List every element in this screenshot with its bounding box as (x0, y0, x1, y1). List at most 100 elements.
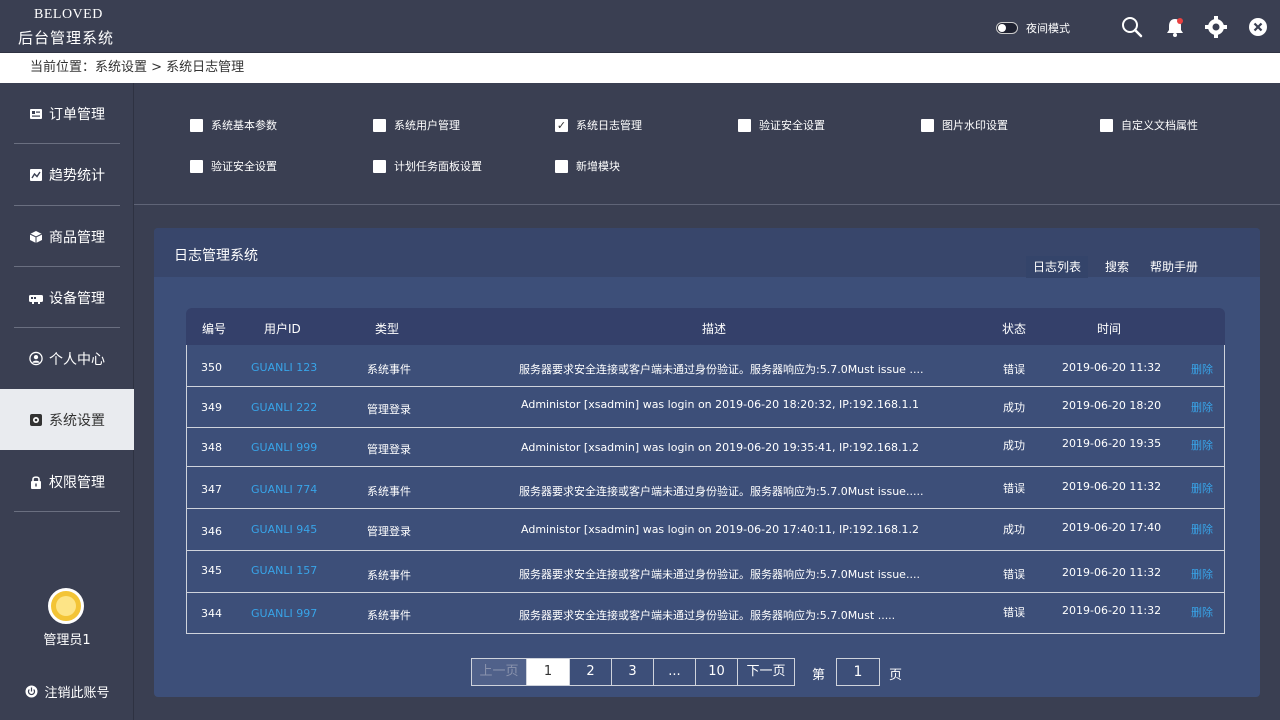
module-checkbox[interactable]: 自定义文档属性 (1100, 117, 1198, 133)
module-checkbox[interactable]: 计划任务面板设置 (373, 158, 482, 174)
sidebar-item-devices[interactable]: 设备管理 (0, 267, 134, 328)
table-row: 348 GUANLI 999 管理登录 Administor [xsadmin]… (187, 428, 1224, 467)
checkbox[interactable] (373, 159, 386, 173)
checkbox-label: 图片水印设置 (942, 119, 1008, 132)
checkbox-label: 自定义文档属性 (1121, 119, 1198, 132)
column-header: 时间 (1097, 322, 1122, 336)
gear-icon (29, 413, 43, 427)
checkbox-label: 验证安全设置 (211, 160, 277, 173)
module-checkbox[interactable]: 图片水印设置 (921, 117, 1008, 133)
cell-user-id[interactable]: GUANLI 945 (251, 523, 317, 536)
avatar[interactable] (48, 588, 84, 624)
sidebar-item-label: 商品管理 (49, 229, 105, 246)
table-row: 349 GUANLI 222 管理登录 Administor [xsadmin]… (187, 387, 1224, 428)
sidebar-item-orders[interactable]: 订单管理 (0, 83, 134, 144)
module-checkbox[interactable]: 验证安全设置 (190, 158, 277, 174)
cell-user-id[interactable]: GUANLI 222 (251, 401, 317, 414)
delete-button[interactable]: 删除 (1191, 521, 1213, 537)
delete-button[interactable]: 删除 (1191, 361, 1213, 377)
cell-description: Administor [xsadmin] was login on 2019-0… (521, 398, 920, 411)
cell-id: 345 (201, 564, 222, 577)
checkbox[interactable] (738, 118, 751, 132)
cell-time: 2019-06-20 11:32 (1062, 604, 1162, 617)
night-mode-toggle[interactable]: 夜间模式 (996, 20, 1070, 36)
top-bar: BELOVED 后台管理系统 夜间模式 (0, 0, 1280, 53)
page-button[interactable]: 10 (696, 658, 738, 686)
goto-page-input[interactable]: 1 (836, 658, 880, 686)
table-row: 346 GUANLI 945 管理登录 Administor [xsadmin]… (187, 509, 1224, 551)
sidebar-item-permissions[interactable]: 权限管理 (0, 451, 134, 512)
cell-user-id[interactable]: GUANLI 999 (251, 441, 317, 454)
tab-search[interactable]: 搜索 (1098, 256, 1136, 278)
bell-icon[interactable] (1164, 16, 1186, 38)
user-icon (29, 351, 43, 366)
brand-logo-text: BELOVED (34, 7, 103, 22)
cell-user-id[interactable]: GUANLI 997 (251, 607, 317, 620)
page-ellipsis: ... (654, 658, 696, 686)
sidebar-item-label: 个人中心 (49, 351, 105, 368)
checkbox-label: 系统用户管理 (394, 119, 460, 132)
sidebar-item-trends[interactable]: 趋势统计 (0, 144, 134, 205)
cell-status: 成功 (1003, 523, 1025, 536)
box-icon (29, 230, 43, 244)
power-icon (24, 685, 38, 699)
table-row: 344 GUANLI 997 系统事件 服务器要求安全连接或客户端未通过身份验证… (187, 593, 1224, 633)
table-body: 350 GUANLI 123 系统事件 服务器要求安全连接或客户端未通过身份验证… (186, 345, 1225, 634)
toggle-switch[interactable] (996, 22, 1018, 34)
search-icon[interactable] (1121, 16, 1143, 38)
checkbox[interactable] (190, 118, 203, 132)
module-checkbox[interactable]: 新增模块 (555, 158, 620, 174)
cell-description: 服务器要求安全连接或客户端未通过身份验证。服务器响应为:5.7.0Must is… (519, 568, 920, 581)
checkbox-checked[interactable]: ✓ (555, 118, 568, 132)
sidebar-item-system-settings[interactable]: 系统设置 (0, 389, 134, 450)
checkbox-label: 新增模块 (576, 160, 620, 173)
cell-type: 管理登录 (367, 525, 411, 538)
cell-user-id[interactable]: GUANLI 157 (251, 564, 317, 577)
cell-type: 系统事件 (367, 363, 411, 376)
cell-id: 348 (201, 441, 222, 454)
sidebar-item-profile[interactable]: 个人中心 (0, 328, 134, 389)
delete-button[interactable]: 删除 (1191, 399, 1213, 415)
delete-button[interactable]: 删除 (1191, 437, 1213, 453)
checkbox[interactable] (190, 159, 203, 173)
checkbox-label: 系统日志管理 (576, 119, 642, 132)
module-checkbox[interactable]: 系统基本参数 (190, 117, 277, 133)
delete-button[interactable]: 删除 (1191, 480, 1213, 496)
delete-button[interactable]: 删除 (1191, 566, 1213, 582)
tab-help-manual[interactable]: 帮助手册 (1143, 256, 1205, 278)
cell-description: 服务器要求安全连接或客户端未通过身份验证。服务器响应为:5.7.0Must ..… (519, 609, 896, 622)
cell-time: 2019-06-20 11:32 (1062, 361, 1162, 374)
next-page-button[interactable]: 下一页 (738, 658, 795, 686)
cell-status: 错误 (1003, 482, 1025, 495)
sidebar-item-products[interactable]: 商品管理 (0, 206, 134, 267)
prev-page-button[interactable]: 上一页 (471, 658, 527, 686)
settings-icon[interactable] (1205, 16, 1227, 38)
cell-type: 系统事件 (367, 609, 411, 622)
tab-log-list[interactable]: 日志列表 (1026, 256, 1089, 278)
delete-button[interactable]: 删除 (1191, 604, 1213, 620)
table-header: 编号 用户ID 类型 描述 状态 时间 (186, 308, 1225, 345)
module-checkbox[interactable]: 系统用户管理 (373, 117, 460, 133)
page-button[interactable]: 2 (570, 658, 612, 686)
chart-icon (29, 168, 43, 182)
checkbox[interactable] (555, 159, 568, 173)
logout-button[interactable]: 注销此账号 (0, 682, 134, 701)
goto-prefix: 第 (812, 668, 826, 683)
module-checkbox[interactable]: 验证安全设置 (738, 117, 825, 133)
page-button[interactable]: 1 (527, 658, 570, 686)
page-button[interactable]: 3 (612, 658, 654, 686)
table-row: 347 GUANLI 774 系统事件 服务器要求安全连接或客户端未通过身份验证… (187, 467, 1224, 509)
sidebar-item-label: 系统设置 (49, 412, 105, 429)
cell-status: 错误 (1003, 606, 1025, 619)
checkbox[interactable] (373, 118, 386, 132)
lock-icon (29, 475, 43, 489)
cell-user-id[interactable]: GUANLI 774 (251, 483, 317, 496)
checkbox[interactable] (921, 118, 934, 132)
module-checkbox[interactable]: ✓ 系统日志管理 (555, 117, 642, 133)
close-icon[interactable] (1247, 16, 1269, 38)
cell-time: 2019-06-20 11:32 (1062, 480, 1162, 493)
cell-user-id[interactable]: GUANLI 123 (251, 361, 317, 374)
column-header: 类型 (375, 322, 400, 336)
cell-type: 管理登录 (367, 403, 411, 416)
checkbox[interactable] (1100, 118, 1113, 132)
